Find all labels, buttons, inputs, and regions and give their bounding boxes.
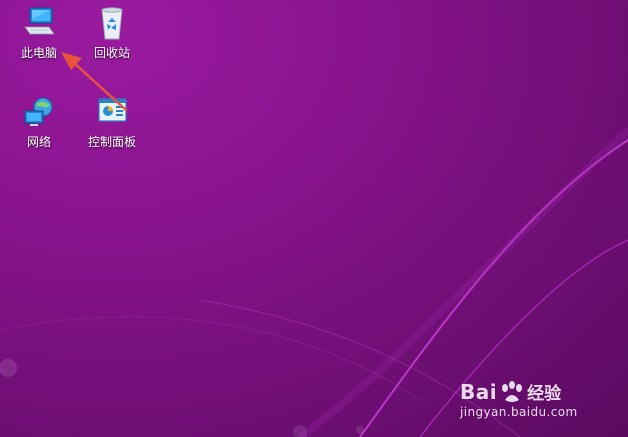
desktop-icon-control-panel[interactable]: 控制面板 — [76, 95, 148, 159]
network-icon — [24, 97, 53, 126]
desktop-icon-this-pc[interactable]: 此电脑 — [3, 6, 75, 70]
desktop-icon-label: 此电脑 — [20, 46, 57, 60]
desktop-icon-network[interactable]: 网络 — [3, 95, 75, 159]
baidu-jingyan-watermark: Bai 经验 jingyan.baidu.com — [460, 379, 600, 421]
watermark-brand: Bai — [460, 379, 498, 404]
recycle-bin-icon — [101, 7, 123, 40]
desktop: 此电脑 回收站 网络 控制面板 Bai 经验 jingyan.baidu.com — [0, 0, 628, 437]
watermark-domain: jingyan.baidu.com — [460, 405, 578, 419]
control-panel-icon — [98, 98, 127, 122]
desktop-icon-label: 回收站 — [93, 46, 130, 60]
watermark-suffix: 经验 — [527, 384, 562, 404]
desktop-icon-recycle-bin[interactable]: 回收站 — [76, 6, 148, 70]
desktop-icon-label: 网络 — [26, 135, 51, 149]
computer-icon — [24, 7, 55, 35]
desktop-icon-label: 控制面板 — [87, 135, 136, 149]
paw-icon — [502, 380, 523, 402]
